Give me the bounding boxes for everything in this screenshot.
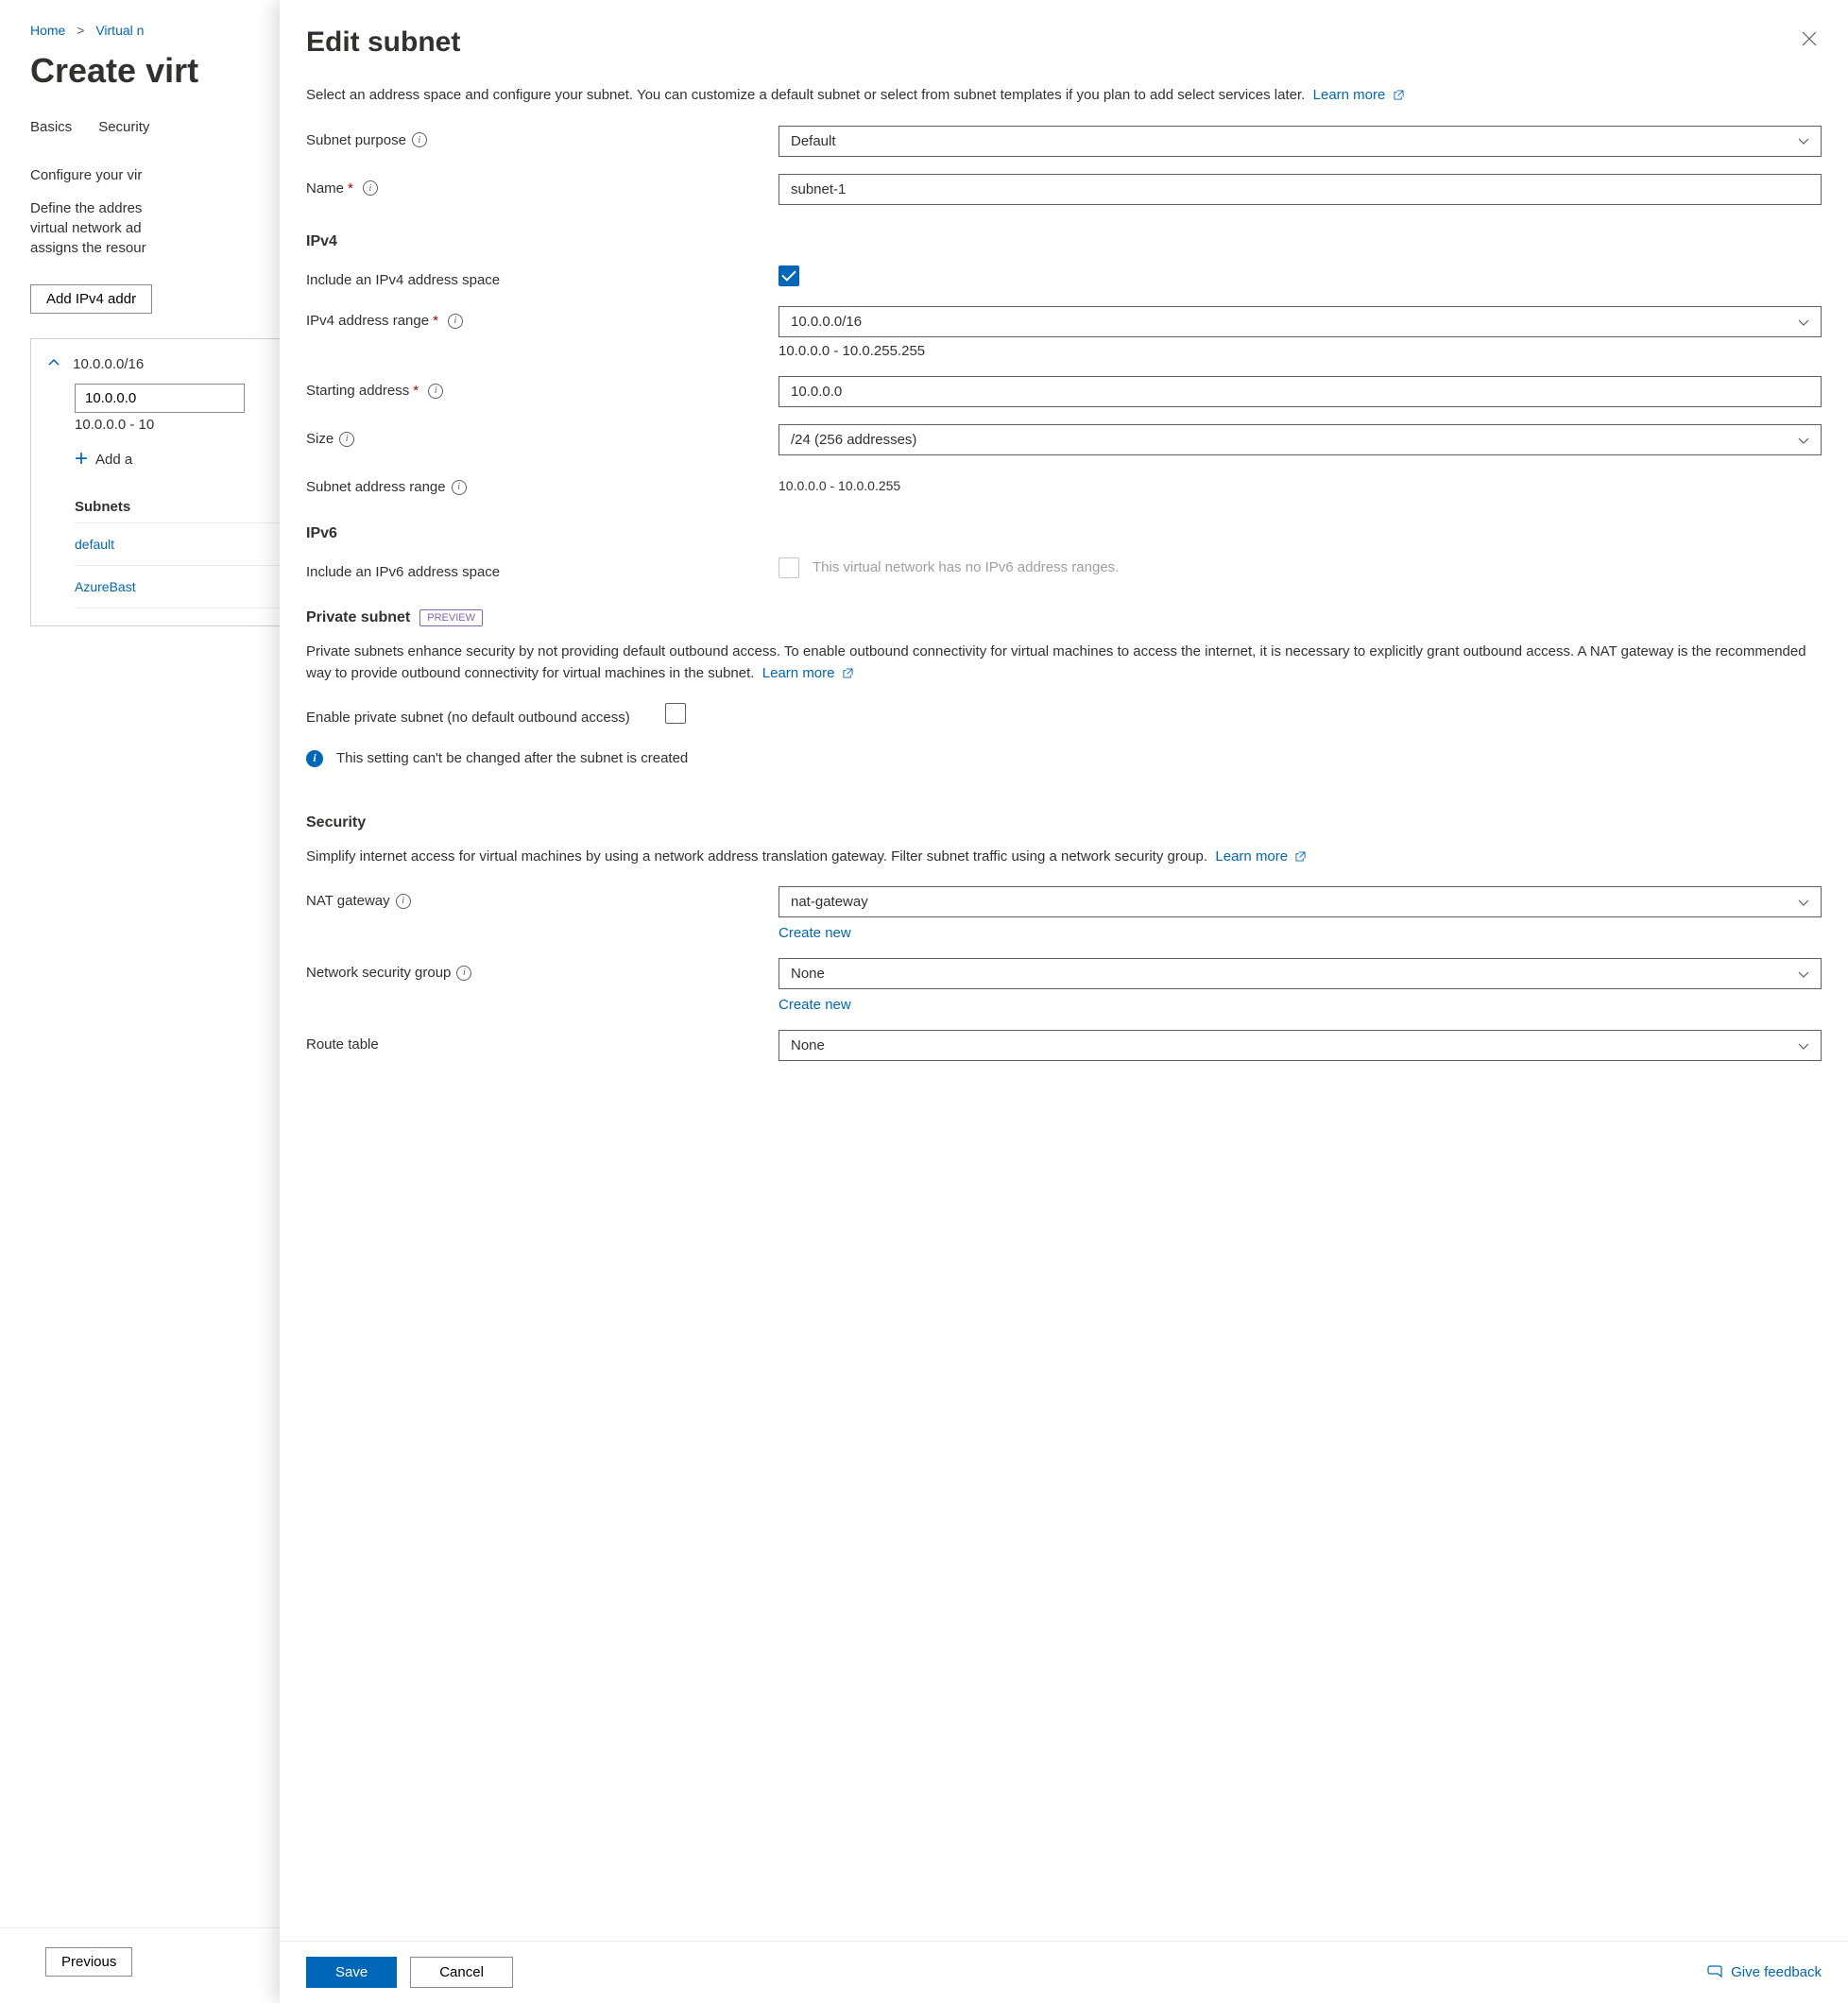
save-button[interactable]: Save: [306, 1957, 397, 1988]
edit-subnet-panel: Edit subnet Select an address space and …: [280, 0, 1848, 2003]
size-select[interactable]: /24 (256 addresses): [779, 424, 1822, 455]
starting-address-input[interactable]: 10.0.0.0: [779, 376, 1822, 407]
learn-more-link[interactable]: Learn more: [1313, 87, 1404, 103]
subnet-purpose-label: Subnet purpose: [306, 131, 406, 150]
chevron-down-icon: [1798, 897, 1809, 908]
required-indicator: *: [433, 312, 438, 331]
ipv4-range-label: IPv4 address range: [306, 312, 429, 331]
subnet-link-bastion[interactable]: AzureBast: [75, 579, 136, 594]
nat-gateway-label: NAT gateway: [306, 892, 390, 911]
private-warning-bar: i This setting can't be changed after th…: [306, 750, 1822, 767]
learn-more-link[interactable]: Learn more: [762, 665, 853, 681]
panel-title: Edit subnet: [306, 26, 460, 59]
add-ipv4-address-space-button[interactable]: Add IPv4 addr: [30, 284, 152, 314]
close-button[interactable]: [1797, 26, 1822, 51]
include-ipv6-checkbox: [779, 557, 799, 578]
info-icon[interactable]: i: [412, 132, 427, 147]
include-ipv4-label: Include an IPv4 address space: [306, 271, 500, 290]
chevron-down-icon: [1798, 968, 1809, 980]
info-icon[interactable]: i: [456, 966, 471, 981]
starting-address-label: Starting address: [306, 382, 409, 401]
chevron-up-icon: [48, 357, 60, 368]
name-label: Name: [306, 180, 344, 198]
required-indicator: *: [413, 382, 419, 401]
feedback-icon: [1706, 1964, 1723, 1981]
address-space-cidr: 10.0.0.0/16: [73, 356, 144, 372]
info-icon[interactable]: i: [396, 894, 411, 909]
breadcrumb-home[interactable]: Home: [30, 23, 65, 38]
info-icon[interactable]: i: [448, 314, 463, 329]
subnet-purpose-select[interactable]: Default: [779, 126, 1822, 157]
security-description: Simplify internet access for virtual mac…: [306, 847, 1822, 868]
info-icon[interactable]: i: [339, 432, 354, 447]
required-indicator: *: [348, 180, 353, 198]
include-ipv6-hint: This virtual network has no IPv6 address…: [813, 559, 1119, 575]
chevron-down-icon: [1798, 1040, 1809, 1052]
preview-badge: PREVIEW: [419, 609, 483, 626]
chevron-down-icon: [1798, 317, 1809, 328]
chevron-down-icon: [1798, 135, 1809, 146]
route-table-label: Route table: [306, 1036, 379, 1054]
external-link-icon: [843, 668, 853, 678]
external-link-icon: [1295, 851, 1306, 862]
chevron-down-icon: [1798, 435, 1809, 446]
nsg-create-new-link[interactable]: Create new: [779, 997, 1822, 1013]
plus-icon: +: [75, 448, 88, 471]
subnet-address-range-label: Subnet address range: [306, 478, 446, 497]
ipv6-section-title: IPv6: [306, 525, 1822, 542]
include-ipv4-checkbox[interactable]: [779, 265, 799, 286]
size-label: Size: [306, 430, 334, 449]
close-icon: [1801, 30, 1818, 47]
panel-description: Select an address space and configure yo…: [306, 85, 1822, 107]
ipv4-range-select[interactable]: 10.0.0.0/16: [779, 306, 1822, 337]
external-link-icon: [1394, 90, 1404, 100]
add-subnet-label: Add a: [95, 452, 132, 468]
learn-more-link[interactable]: Learn more: [1215, 848, 1306, 865]
nat-create-new-link[interactable]: Create new: [779, 925, 1822, 941]
cancel-button[interactable]: Cancel: [410, 1957, 513, 1988]
enable-private-checkbox[interactable]: [665, 703, 686, 724]
panel-footer: Save Cancel Give feedback: [280, 1941, 1848, 2003]
info-icon[interactable]: i: [452, 480, 467, 495]
subnet-link-default[interactable]: default: [75, 537, 114, 552]
ipv4-section-title: IPv4: [306, 233, 1822, 250]
info-icon[interactable]: i: [363, 180, 378, 196]
previous-button[interactable]: Previous: [45, 1947, 132, 1977]
info-icon: i: [306, 750, 323, 767]
subnet-address-range-value: 10.0.0.0 - 10.0.0.255: [779, 478, 900, 493]
nsg-select[interactable]: None: [779, 958, 1822, 989]
nat-gateway-select[interactable]: nat-gateway: [779, 886, 1822, 917]
define-text: Define the addres virtual network ad ass…: [30, 198, 163, 258]
breadcrumb-separator: >: [77, 23, 84, 38]
private-subnet-section-title: Private subnet PREVIEW: [306, 609, 1822, 626]
name-input[interactable]: subnet-1: [779, 174, 1822, 205]
breadcrumb-virtual-networks[interactable]: Virtual n: [95, 23, 144, 38]
nsg-label: Network security group: [306, 964, 451, 983]
security-section-title: Security: [306, 814, 1822, 831]
private-subnet-description: Private subnets enhance security by not …: [306, 642, 1822, 684]
give-feedback-link[interactable]: Give feedback: [1706, 1964, 1822, 1981]
route-table-select[interactable]: None: [779, 1030, 1822, 1061]
enable-private-label: Enable private subnet (no default outbou…: [306, 709, 630, 728]
info-icon[interactable]: i: [428, 384, 443, 399]
tab-security[interactable]: Security: [98, 119, 149, 145]
private-warning-text: This setting can't be changed after the …: [336, 750, 688, 766]
ipv4-range-helper: 10.0.0.0 - 10.0.255.255: [779, 343, 1822, 359]
address-start-input[interactable]: [75, 384, 245, 413]
tab-basics[interactable]: Basics: [30, 119, 72, 145]
include-ipv6-label: Include an IPv6 address space: [306, 563, 500, 582]
